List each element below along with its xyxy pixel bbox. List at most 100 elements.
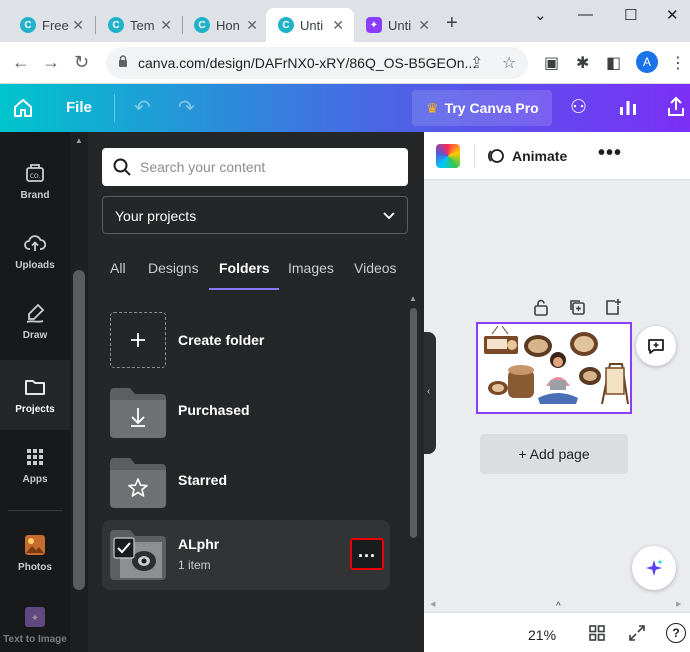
- puzzle-icon[interactable]: ✱: [576, 53, 589, 73]
- folder-name: ALphr: [178, 536, 220, 552]
- rail-label: Photos: [18, 561, 52, 573]
- back-arrow-icon[interactable]: ←: [12, 52, 30, 73]
- tab-videos[interactable]: Videos: [354, 260, 397, 276]
- create-folder-item[interactable]: Create folder: [102, 308, 390, 378]
- new-tab-icon[interactable]: +: [446, 12, 458, 35]
- folder-name: Starred: [178, 472, 228, 488]
- create-folder-box: [110, 312, 166, 368]
- rail-item-uploads[interactable]: Uploads: [0, 216, 70, 286]
- tab-designs[interactable]: Designs: [148, 260, 199, 276]
- tab-folders[interactable]: Folders: [219, 260, 270, 276]
- scroll-thumb[interactable]: [410, 308, 417, 538]
- scroll-up-icon[interactable]: ▲: [409, 294, 417, 303]
- folder-purchased[interactable]: Purchased: [102, 378, 390, 448]
- rail-item-brand[interactable]: CO. Brand: [0, 146, 70, 216]
- more-options-icon[interactable]: •••: [598, 142, 622, 165]
- folder-download-icon: [110, 388, 166, 438]
- projects-filter-select[interactable]: Your projects: [102, 196, 408, 234]
- duplicate-page-icon[interactable]: [568, 298, 586, 316]
- zoom-level[interactable]: 21%: [528, 627, 556, 643]
- folder-alphr[interactable]: ALphr 1 item ...: [102, 520, 390, 590]
- reload-icon[interactable]: ↻: [74, 52, 89, 73]
- address-bar[interactable]: canva.com/design/DAFrNX0-xRY/86Q_OS-B5GE…: [106, 47, 528, 79]
- minimize-icon[interactable]: —: [578, 6, 593, 23]
- folder-thumbnail-icon: [110, 530, 166, 580]
- rail-item-text-to-image[interactable]: ✦ Text to Image: [0, 590, 70, 652]
- magic-assistant-button[interactable]: [632, 546, 676, 590]
- add-comment-button[interactable]: [636, 326, 676, 366]
- canva-purple-icon: ✦: [366, 17, 382, 33]
- close-icon[interactable]: ✕: [72, 17, 84, 34]
- rail-item-projects[interactable]: Projects: [0, 360, 70, 430]
- forward-arrow-icon[interactable]: →: [42, 52, 60, 73]
- screenshot-icon[interactable]: ▣: [544, 53, 559, 73]
- animate-button[interactable]: Animate: [486, 146, 567, 166]
- canva-icon: C: [20, 17, 36, 33]
- close-icon[interactable]: ✕: [160, 17, 172, 34]
- close-icon[interactable]: ✕: [332, 17, 344, 34]
- close-icon[interactable]: ✕: [246, 17, 258, 34]
- window-close-icon[interactable]: ✕: [666, 6, 679, 24]
- sparkle-icon: [646, 559, 663, 576]
- add-page-icon[interactable]: [604, 298, 622, 316]
- scroll-right-icon[interactable]: ▶: [676, 600, 681, 608]
- plus-icon: [131, 333, 145, 347]
- undo-icon[interactable]: ↶: [134, 95, 151, 120]
- comment-plus-icon: [648, 339, 664, 354]
- share-people-icon[interactable]: ⚇: [570, 96, 587, 119]
- chevron-up-icon[interactable]: ^: [556, 601, 561, 612]
- upload-share-icon[interactable]: [666, 96, 686, 118]
- redo-icon[interactable]: ↷: [178, 95, 195, 120]
- tab-all[interactable]: All: [110, 260, 126, 276]
- fullscreen-icon[interactable]: [628, 624, 646, 642]
- more-dots-icon: ...: [357, 541, 376, 561]
- chevron-down-icon: [383, 212, 395, 220]
- scroll-up-icon[interactable]: ▲: [75, 136, 83, 145]
- color-picker-icon[interactable]: [436, 144, 460, 168]
- maximize-icon[interactable]: ☐: [624, 6, 637, 24]
- search-input[interactable]: [140, 148, 398, 186]
- home-icon[interactable]: [12, 97, 34, 119]
- search-box[interactable]: [102, 148, 408, 186]
- browser-tab-1[interactable]: C Free ✕: [8, 8, 94, 42]
- share-icon[interactable]: ⇪: [470, 53, 483, 73]
- browser-tab-5[interactable]: ✦ Unti ✕: [354, 8, 440, 42]
- url-text: canva.com/design/DAFrNX0-xRY/86Q_OS-B5GE…: [138, 55, 477, 71]
- folder-more-options-button[interactable]: ...: [350, 538, 384, 570]
- rail-item-draw[interactable]: Draw: [0, 286, 70, 356]
- upload-cloud-icon: [24, 234, 46, 251]
- scroll-thumb[interactable]: [73, 270, 85, 590]
- add-page-button[interactable]: + Add page: [480, 434, 628, 474]
- chevron-down-icon[interactable]: ⌄: [534, 6, 547, 24]
- editor-toolbar: Animate •••: [424, 132, 690, 180]
- insights-chart-icon[interactable]: [618, 97, 638, 117]
- left-rail: CO. Brand Uploads Draw Projects Apps Pho…: [0, 132, 88, 652]
- try-canva-pro-button[interactable]: ♛ Try Canva Pro: [412, 90, 552, 126]
- help-button[interactable]: ?: [666, 623, 686, 643]
- avatar[interactable]: A: [636, 51, 658, 73]
- file-menu-button[interactable]: File: [66, 99, 92, 116]
- rail-item-apps[interactable]: Apps: [0, 430, 70, 500]
- tab-images[interactable]: Images: [288, 260, 334, 276]
- folder-starred[interactable]: Starred: [102, 448, 390, 518]
- rail-item-photos[interactable]: Photos: [0, 518, 70, 588]
- panel-scrollbar[interactable]: ▲: [406, 292, 420, 652]
- tab-title: Unti: [388, 17, 412, 33]
- sidepanel-icon[interactable]: ◧: [606, 53, 621, 73]
- browser-tab-4-active[interactable]: C Unti ✕: [266, 8, 354, 42]
- collapse-panel-handle[interactable]: ‹: [424, 332, 436, 454]
- scroll-left-icon[interactable]: ◀: [430, 600, 435, 608]
- rail-label: Projects: [15, 403, 55, 415]
- browser-tab-3[interactable]: C Hon ✕: [182, 8, 268, 42]
- close-icon[interactable]: ✕: [418, 17, 430, 34]
- rail-scrollbar[interactable]: ▲: [70, 132, 88, 652]
- design-page-thumbnail[interactable]: [476, 322, 632, 414]
- draw-icon: [26, 303, 45, 323]
- folder-name: Create folder: [178, 332, 265, 348]
- browser-tab-2[interactable]: C Tem ✕: [96, 8, 182, 42]
- star-icon[interactable]: ☆: [502, 53, 516, 73]
- grid-view-icon[interactable]: [588, 624, 606, 642]
- animate-label: Animate: [512, 148, 568, 164]
- lock-page-icon[interactable]: [532, 298, 550, 316]
- kebab-menu-icon[interactable]: ⋮: [670, 53, 686, 73]
